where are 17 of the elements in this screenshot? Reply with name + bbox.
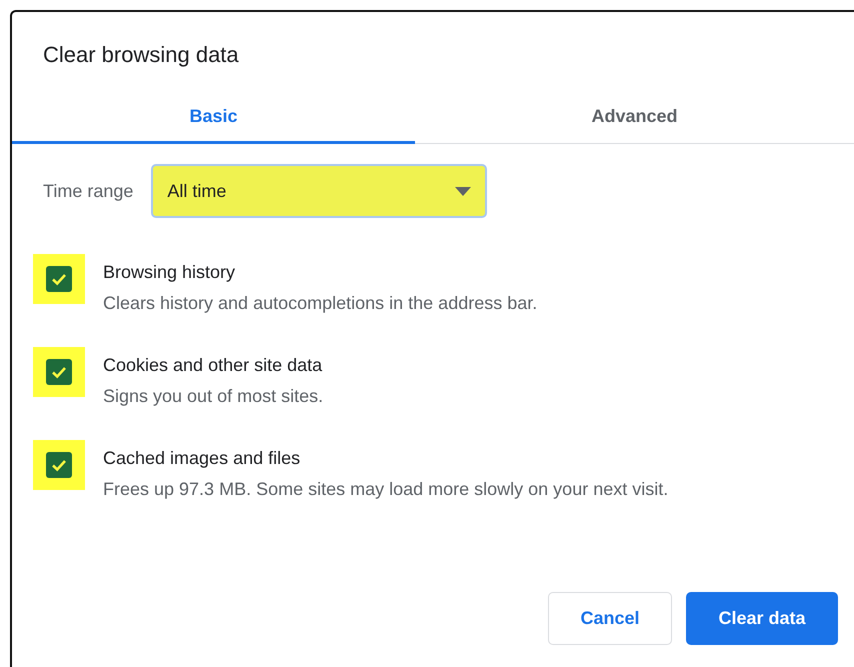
cancel-button[interactable]: Cancel: [548, 592, 672, 645]
checkbox[interactable]: [46, 359, 72, 385]
checkbox[interactable]: [46, 266, 72, 292]
dialog-title: Clear browsing data: [43, 42, 239, 68]
tab[interactable]: Advanced: [415, 92, 854, 144]
time-range-dropdown[interactable]: All time: [151, 164, 488, 218]
checkbox[interactable]: [46, 452, 72, 478]
option-title: Cookies and other site data: [103, 355, 324, 376]
option-description: Clears history and autocompletions in the address bar.: [103, 293, 538, 314]
clear-data-button[interactable]: Clear data: [686, 592, 838, 645]
option-description: Signs you out of most sites.: [103, 386, 324, 407]
tab[interactable]: Basic: [12, 92, 415, 144]
option-description: Frees up 97.3 MB. Some sites may load more slowly on your next visit.: [103, 479, 668, 500]
option-title: Cached images and files: [103, 448, 302, 469]
time-range-label: Time range: [43, 180, 134, 202]
caret-icon: [455, 186, 472, 196]
option-title: Browsing history: [103, 262, 236, 283]
